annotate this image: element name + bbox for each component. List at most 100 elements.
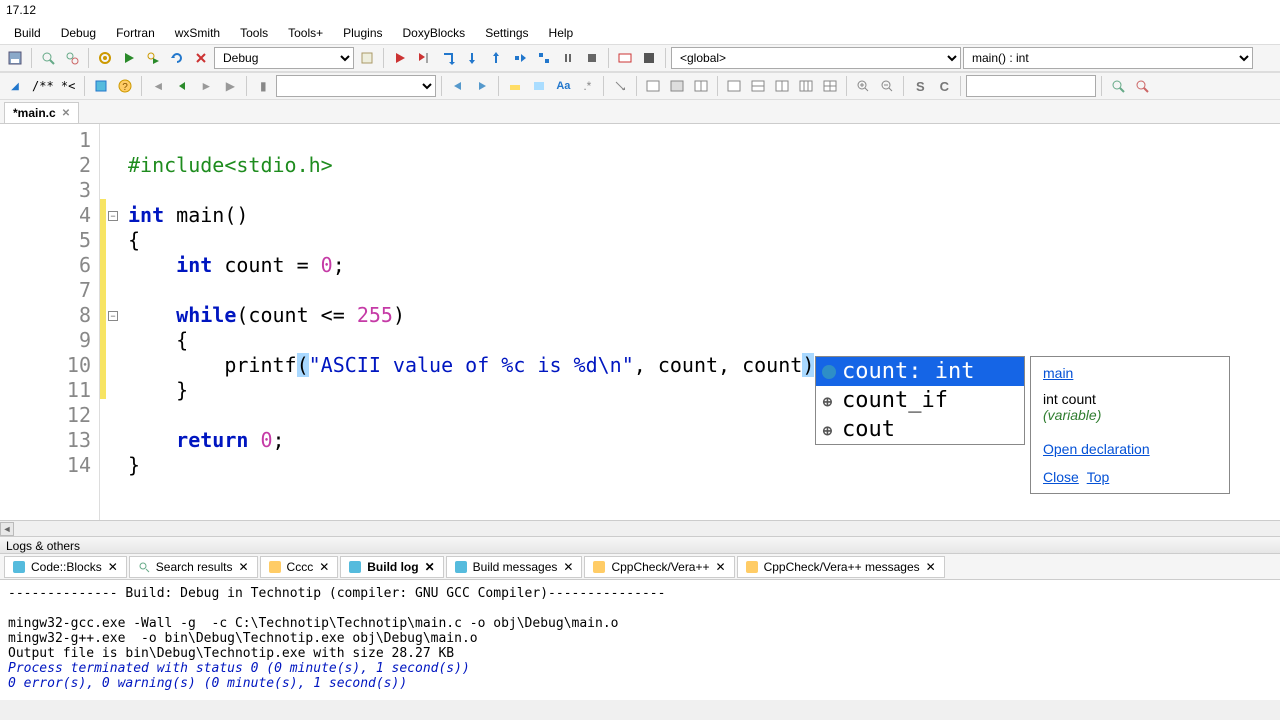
autocomplete-popup[interactable]: count: int ⊕ count_if ⊕ cout (815, 356, 1025, 445)
cursor-icon[interactable] (609, 75, 631, 97)
menu-plugins[interactable]: Plugins (333, 22, 392, 42)
doxy-help-icon[interactable]: ? (114, 75, 136, 97)
selection-icon[interactable] (528, 75, 550, 97)
jump-combo[interactable] (276, 75, 436, 97)
regex-icon[interactable]: .* (576, 75, 598, 97)
split2-icon[interactable] (747, 75, 769, 97)
editor-h-scrollbar[interactable]: ◄ (0, 520, 1280, 536)
tab-icon (455, 561, 467, 573)
rebuild-icon[interactable] (166, 47, 188, 69)
search-input[interactable] (966, 75, 1096, 97)
break-icon[interactable] (557, 47, 579, 69)
menu-debug[interactable]: Debug (51, 22, 106, 42)
forward-icon[interactable]: ► (195, 75, 217, 97)
win2-icon[interactable] (666, 75, 688, 97)
tooltip-open-decl-link[interactable]: Open declaration (1043, 441, 1150, 457)
log-tab-cccc[interactable]: Cccc✕ (260, 556, 339, 578)
tab-close-icon[interactable]: ✕ (108, 560, 118, 574)
tab-icon (13, 561, 25, 573)
log-tab-build-msgs[interactable]: Build messages✕ (446, 556, 583, 578)
autocomplete-item[interactable]: count: int (816, 357, 1024, 386)
zoom-in-icon[interactable] (852, 75, 874, 97)
win1-icon[interactable] (642, 75, 664, 97)
win3-icon[interactable] (690, 75, 712, 97)
fold-icon[interactable]: − (108, 311, 118, 321)
tab-close-icon[interactable]: ✕ (319, 560, 329, 574)
debug-run-icon[interactable] (389, 47, 411, 69)
tooltip-main-link[interactable]: main (1043, 365, 1073, 381)
menu-doxyblocks[interactable]: DoxyBlocks (393, 22, 476, 42)
symbol-combo[interactable]: main() : int (963, 47, 1253, 69)
tab-close-icon[interactable]: ✕ (425, 560, 435, 574)
doxy-run-icon[interactable] (90, 75, 112, 97)
split1-icon[interactable] (723, 75, 745, 97)
log-tab-build-log[interactable]: Build log✕ (340, 556, 443, 578)
step-into-icon[interactable] (461, 47, 483, 69)
tooltip-close-link[interactable]: Close (1043, 469, 1079, 485)
split3-icon[interactable] (771, 75, 793, 97)
tab-close-icon[interactable]: ✕ (62, 108, 70, 119)
fold-gutter[interactable]: −− (106, 124, 120, 520)
step-instr-icon[interactable] (533, 47, 555, 69)
find-icon[interactable] (37, 47, 59, 69)
split4-icon[interactable] (795, 75, 817, 97)
menu-bar: Build Debug Fortran wxSmith Tools Tools+… (0, 20, 1280, 44)
tab-close-icon[interactable]: ✕ (716, 560, 726, 574)
find-replace-icon[interactable] (61, 47, 83, 69)
tab-main-c[interactable]: *main.c ✕ (4, 102, 79, 123)
scope-combo[interactable]: <global> (671, 47, 961, 69)
debug-windows-icon[interactable] (614, 47, 636, 69)
autocomplete-item[interactable]: ⊕ cout (816, 415, 1024, 444)
run-to-cursor-icon[interactable] (413, 47, 435, 69)
menu-tools[interactable]: Tools (230, 22, 278, 42)
next-line-icon[interactable] (437, 47, 459, 69)
log-tab-search[interactable]: Search results✕ (129, 556, 258, 578)
next-instr-icon[interactable] (509, 47, 531, 69)
stop-debug-icon[interactable] (581, 47, 603, 69)
tooltip-top-link[interactable]: Top (1087, 469, 1110, 485)
tooltip-kind: (variable) (1043, 407, 1217, 423)
menu-build[interactable]: Build (4, 22, 51, 42)
prev-icon[interactable]: ◄ (147, 75, 169, 97)
build-icon[interactable] (94, 47, 116, 69)
s-icon[interactable]: S (909, 75, 931, 97)
next-icon[interactable]: ▶ (219, 75, 241, 97)
menu-fortran[interactable]: Fortran (106, 22, 165, 42)
select-icon[interactable]: ▮ (252, 75, 274, 97)
nav-fwd-icon[interactable] (471, 75, 493, 97)
run-icon[interactable] (118, 47, 140, 69)
code-editor[interactable]: 1234567891011121314 −− #include<stdio.h>… (0, 124, 1280, 520)
highlight-icon[interactable] (504, 75, 526, 97)
log-tab-cppcheck-msgs[interactable]: CppCheck/Vera++ messages✕ (737, 556, 945, 578)
search-options-icon[interactable] (1131, 75, 1153, 97)
abort-icon[interactable] (190, 47, 212, 69)
scroll-left-icon[interactable]: ◄ (0, 522, 14, 536)
tab-close-icon[interactable]: ✕ (238, 560, 248, 574)
menu-help[interactable]: Help (539, 22, 584, 42)
menu-wxsmith[interactable]: wxSmith (165, 22, 230, 42)
build-log-output[interactable]: -------------- Build: Debug in Technotip… (0, 580, 1280, 700)
build-run-icon[interactable] (142, 47, 164, 69)
split5-icon[interactable] (819, 75, 841, 97)
fold-icon[interactable]: − (108, 211, 118, 221)
comment-icon[interactable]: ◢ (4, 75, 26, 97)
autocomplete-item[interactable]: ⊕ count_if (816, 386, 1024, 415)
build-target-combo[interactable]: Debug (214, 47, 354, 69)
save-icon[interactable] (4, 47, 26, 69)
logs-header[interactable]: Logs & others (0, 536, 1280, 554)
log-tab-cppcheck[interactable]: CppCheck/Vera++✕ (584, 556, 734, 578)
target-select-icon[interactable] (356, 47, 378, 69)
info-icon[interactable] (638, 47, 660, 69)
tab-close-icon[interactable]: ✕ (563, 560, 573, 574)
step-out-icon[interactable] (485, 47, 507, 69)
case-icon[interactable]: Aa (552, 75, 574, 97)
log-tab-codeblocks[interactable]: Code::Blocks✕ (4, 556, 127, 578)
c-icon[interactable]: C (933, 75, 955, 97)
menu-tools-plus[interactable]: Tools+ (278, 22, 333, 42)
search-go-icon[interactable] (1107, 75, 1129, 97)
tab-close-icon[interactable]: ✕ (926, 560, 936, 574)
nav-back-icon[interactable] (447, 75, 469, 97)
zoom-out-icon[interactable] (876, 75, 898, 97)
menu-settings[interactable]: Settings (475, 22, 538, 42)
back-icon[interactable] (171, 75, 193, 97)
